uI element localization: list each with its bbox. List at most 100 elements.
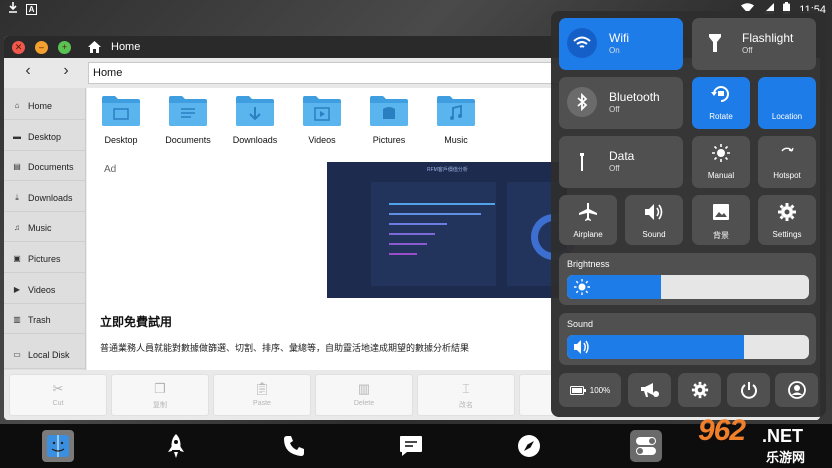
speaker-icon	[625, 201, 683, 223]
close-button[interactable]: ✕	[12, 41, 25, 54]
copy-button[interactable]: ❐ 复制	[111, 374, 209, 416]
flashlight-tile[interactable]: Flashlight Off	[692, 18, 816, 70]
compass-icon[interactable]	[513, 430, 545, 462]
sound-tile[interactable]: Sound	[625, 195, 683, 245]
data-icon	[567, 146, 597, 176]
volume-slider[interactable]	[567, 335, 809, 359]
rename-button[interactable]: ⌶ 改名	[417, 374, 515, 416]
hotspot-icon	[758, 142, 816, 164]
folder-downloads-icon	[236, 96, 274, 126]
toggle-settings-icon[interactable]	[630, 430, 662, 462]
sidebar-item-home[interactable]: ⌂ Home	[4, 92, 86, 120]
airplane-tile[interactable]: Airplane	[559, 195, 617, 245]
system-settings-button[interactable]	[678, 373, 721, 407]
megaphone-icon	[640, 383, 659, 397]
user-icon	[787, 381, 806, 399]
download-icon: ⤓	[15, 192, 19, 202]
data-tile[interactable]: Data Off	[559, 136, 683, 188]
videos-icon: ▶	[13, 285, 21, 294]
power-icon	[740, 382, 757, 399]
battery-button[interactable]: 100%	[559, 373, 621, 407]
sidebar-item-pictures[interactable]: ▣ Pictures	[4, 245, 86, 273]
wifi-icon	[567, 28, 597, 58]
ad-chart-bar	[389, 203, 495, 205]
ad-chart-bar	[389, 213, 481, 215]
message-icon[interactable]	[395, 430, 427, 462]
scissors-icon: ✂	[52, 381, 64, 396]
sidebar-item-trash[interactable]: ▥ Trash	[4, 306, 86, 334]
location-tile[interactable]: Location	[758, 77, 816, 129]
trash-icon: ▥	[13, 315, 21, 324]
back-button[interactable]: ‹	[18, 62, 38, 82]
gear-icon	[758, 201, 816, 223]
home-icon: ⌂	[14, 101, 20, 110]
cut-button[interactable]: ✂ Cut	[9, 374, 107, 416]
a-icon: A	[26, 3, 37, 15]
flashlight-icon	[700, 28, 730, 58]
finder-icon[interactable]	[42, 430, 74, 462]
sidebar-item-documents[interactable]: ▤ Documents	[4, 153, 86, 181]
folder-desktop[interactable]: Desktop	[91, 94, 151, 145]
delete-button[interactable]: ▥ Delete	[315, 374, 413, 416]
sidebar: ⌂ Home ▬ Desktop ▤ Documents ⤓ Downloads ♫ Mu…	[4, 88, 86, 370]
ad-image[interactable]: RFM客戶價值分析	[327, 162, 577, 298]
folder-desktop-icon	[102, 96, 140, 126]
copy-icon: ❐	[154, 381, 166, 396]
folder-music[interactable]: Music	[426, 94, 486, 145]
wallpaper-tile[interactable]: 背景	[692, 195, 750, 245]
music-icon: ♫	[14, 223, 20, 232]
paste-icon: 📋︎	[253, 381, 271, 396]
ad-chart-bar	[389, 253, 417, 255]
folder-downloads[interactable]: Downloads	[225, 94, 285, 145]
phone-icon[interactable]	[278, 430, 310, 462]
documents-icon: ▤	[13, 162, 21, 171]
sun-icon	[574, 279, 590, 295]
user-account-button[interactable]	[775, 373, 818, 407]
trash-icon: ▥	[357, 381, 371, 396]
folder-documents[interactable]: Documents	[158, 94, 218, 145]
paste-button[interactable]: 📋︎ Paste	[213, 374, 311, 416]
ad-image-title: RFM客戶價值分析	[427, 167, 468, 173]
forward-button[interactable]: ›	[56, 62, 76, 82]
rocket-icon[interactable]	[160, 430, 192, 462]
sidebar-item-videos[interactable]: ▶ Videos	[4, 276, 86, 304]
window-title: Home	[111, 41, 141, 53]
minimize-button[interactable]: –	[35, 41, 48, 54]
bluetooth-tile[interactable]: Bluetooth Off	[559, 77, 683, 129]
desktop-icon: ▬	[13, 132, 21, 141]
ad-chart-bar	[389, 233, 435, 235]
brightness-slider[interactable]	[567, 275, 809, 299]
settings-tile[interactable]: Settings	[758, 195, 816, 245]
quick-settings-panel: Wifi On Flashlight Off Bluetooth Off Rot…	[551, 11, 826, 417]
home-icon	[88, 40, 101, 58]
manual-brightness-tile[interactable]: Manual	[692, 136, 750, 188]
airplane-icon	[559, 201, 617, 223]
watermark-logo: 962 .NET 乐游网	[698, 414, 806, 465]
maximize-button[interactable]: +	[58, 41, 71, 54]
ad-chart-bar	[389, 243, 427, 245]
sidebar-item-desktop[interactable]: ▬ Desktop	[4, 123, 86, 151]
rotate-icon	[692, 83, 750, 105]
folder-pictures[interactable]: Pictures	[359, 94, 419, 145]
folder-documents-icon	[169, 96, 207, 126]
announcement-button[interactable]	[628, 373, 671, 407]
sidebar-item-music[interactable]: ♫ Music	[4, 214, 86, 242]
sidebar-item-downloads[interactable]: ⤓ Downloads	[4, 184, 86, 212]
folder-music-icon	[437, 96, 475, 126]
power-button[interactable]	[727, 373, 770, 407]
ad-description: 普通業務人員就能對數據做篩選、切割、排序、彙總等，自助靈活地達成期望的數據分析結…	[100, 343, 470, 353]
pictures-icon: ▣	[13, 254, 21, 263]
image-icon	[692, 201, 750, 223]
sun-icon	[692, 142, 750, 164]
bluetooth-icon	[567, 87, 597, 117]
folder-videos[interactable]: Videos	[292, 94, 352, 145]
brightness-control: Brightness	[559, 253, 816, 305]
folder-pictures-icon	[370, 96, 408, 126]
battery-icon	[569, 385, 586, 395]
rename-icon: ⌶	[462, 381, 470, 396]
wifi-tile[interactable]: Wifi On	[559, 18, 683, 70]
ad-headline[interactable]: 立即免費試用	[100, 313, 172, 330]
sidebar-item-local-disk[interactable]: ▭ Local Disk	[4, 341, 86, 369]
rotate-tile[interactable]: Rotate	[692, 77, 750, 129]
hotspot-tile[interactable]: Hotspot	[758, 136, 816, 188]
